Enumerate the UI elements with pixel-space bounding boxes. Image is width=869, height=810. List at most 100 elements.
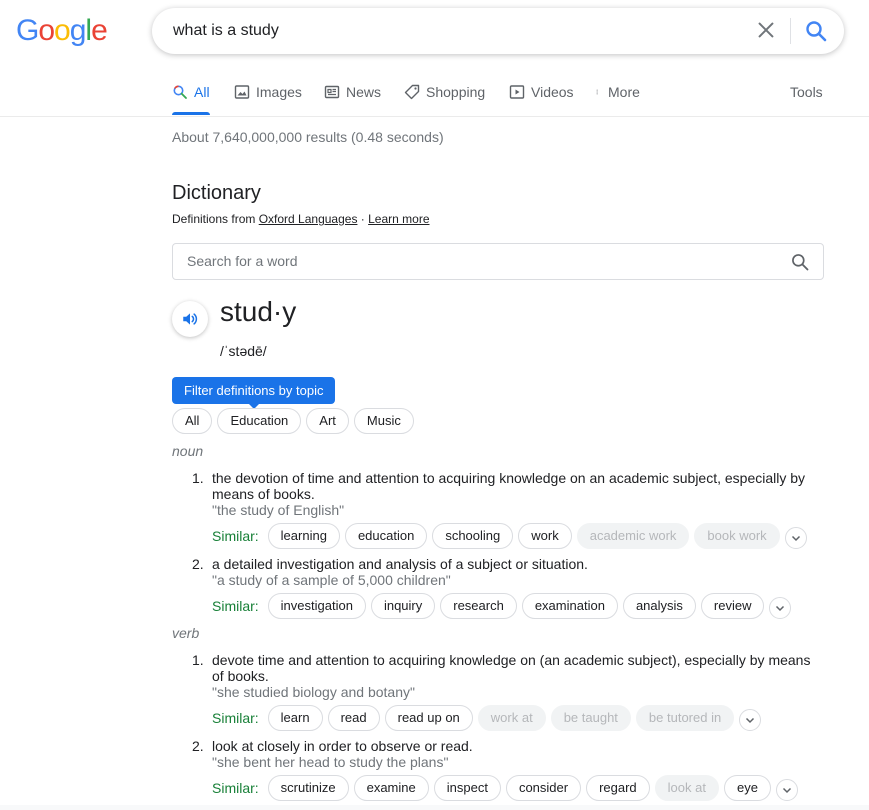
similar-chip[interactable]: inspect — [433, 775, 501, 801]
similar-row: Similar: scrutinize examine inspect cons… — [212, 775, 798, 801]
play-icon — [509, 85, 525, 99]
similar-chip[interactable]: analysis — [622, 593, 696, 619]
tab-all[interactable]: All — [172, 84, 210, 100]
sense-number: 2. — [192, 556, 204, 572]
tab-more[interactable]: More — [596, 84, 640, 100]
bottom-edge — [0, 805, 869, 810]
tools-label: Tools — [790, 84, 823, 100]
tab-images[interactable]: Images — [234, 84, 302, 100]
topic-chip-education[interactable]: Education — [217, 408, 302, 434]
similar-chip[interactable]: read — [327, 705, 380, 731]
sense-definition: the devotion of time and attention to ac… — [212, 470, 806, 502]
sense-number: 2. — [192, 738, 204, 754]
tab-images-label: Images — [256, 84, 302, 100]
similar-chip[interactable]: education — [344, 523, 428, 549]
dictionary-source: Definitions from Oxford Languages · Lear… — [172, 212, 430, 226]
search-tabs: All Images News Shopping Videos More Too… — [0, 76, 869, 117]
noun-sense-2: 2. a detailed investigation and analysis… — [192, 556, 822, 619]
verb-sense-2: 2. look at closely in order to observe o… — [192, 738, 822, 801]
logo-letter: g — [69, 14, 87, 47]
similar-chip[interactable]: examine — [353, 775, 429, 801]
topic-chip-all[interactable]: All — [172, 408, 213, 434]
similar-chip[interactable]: regard — [586, 775, 650, 801]
google-logo[interactable]: Google — [16, 14, 108, 48]
chevron-down-icon — [782, 787, 791, 794]
expand-similar-button[interactable] — [784, 527, 807, 549]
topic-chip-music[interactable]: Music — [353, 408, 414, 434]
sense-definition: devote time and attention to acquiring k… — [212, 652, 811, 684]
sense-example: "she studied biology and botany" — [212, 684, 415, 700]
logo-letter: e — [91, 14, 108, 47]
topic-chips: All Education Art Music — [172, 408, 414, 434]
more-vertical-icon — [596, 89, 598, 95]
logo-letter: o — [54, 14, 71, 47]
tab-more-label: More — [608, 84, 640, 100]
similar-label: Similar: — [212, 528, 259, 544]
search-divider — [790, 18, 791, 44]
dictionary-title: Dictionary — [172, 182, 261, 204]
similar-chip[interactable]: eye — [723, 775, 771, 801]
tag-icon — [404, 84, 420, 100]
sense-number: 1. — [192, 652, 204, 668]
sense-example: "the study of English" — [212, 502, 345, 518]
tab-videos-label: Videos — [531, 84, 574, 100]
similar-chip-disabled: academic work — [576, 523, 690, 549]
similar-chip[interactable]: learning — [267, 523, 340, 549]
similar-chip[interactable]: review — [700, 593, 765, 619]
tab-shopping-label: Shopping — [426, 84, 486, 100]
similar-chip[interactable]: inquiry — [370, 593, 436, 619]
filter-tooltip: Filter definitions by topic — [172, 377, 336, 409]
tab-videos[interactable]: Videos — [509, 84, 574, 100]
similar-chip[interactable]: schooling — [432, 523, 514, 549]
similar-chip[interactable]: learn — [267, 705, 323, 731]
pronunciation: /ˈstədē/ — [220, 343, 267, 359]
result-stats: About 7,640,000,000 results (0.48 second… — [172, 129, 444, 145]
search-icon[interactable] — [804, 19, 828, 43]
similar-chip[interactable]: research — [440, 593, 517, 619]
expand-similar-button[interactable] — [739, 709, 762, 731]
sense-definition: look at closely in order to observe or r… — [212, 738, 473, 754]
similar-chip[interactable]: consider — [505, 775, 582, 801]
sense-number: 1. — [192, 470, 204, 486]
similar-label: Similar: — [212, 598, 259, 614]
sense-definition: a detailed investigation and analysis of… — [212, 556, 588, 572]
oxford-languages-link[interactable]: Oxford Languages — [259, 212, 358, 226]
similar-chip-disabled: be tutored in — [635, 705, 735, 731]
similar-chip[interactable]: examination — [521, 593, 618, 619]
sense-example: "a study of a sample of 5,000 children" — [212, 572, 451, 588]
source-prefix: Definitions from — [172, 212, 259, 226]
similar-chip[interactable]: read up on — [384, 705, 473, 731]
similar-chip[interactable]: investigation — [267, 593, 366, 619]
word-search-input[interactable] — [187, 253, 767, 269]
active-tab-indicator — [172, 112, 210, 115]
similar-chip[interactable]: scrutinize — [267, 775, 349, 801]
expand-similar-button[interactable] — [775, 779, 798, 801]
sense-example: "she bent her head to study the plans" — [212, 754, 449, 770]
tab-shopping[interactable]: Shopping — [404, 84, 485, 100]
tab-news[interactable]: News — [324, 84, 381, 100]
noun-sense-1: 1. the devotion of time and attention to… — [192, 470, 822, 549]
chevron-down-icon — [791, 535, 800, 542]
topic-chip-art[interactable]: Art — [306, 408, 349, 434]
tools-button[interactable]: Tools — [790, 84, 823, 100]
close-icon[interactable] — [755, 19, 777, 41]
speaker-icon — [183, 313, 198, 325]
expand-similar-button[interactable] — [769, 597, 792, 619]
similar-chip-disabled: work at — [477, 705, 546, 731]
logo-letter: o — [38, 14, 55, 47]
source-separator: · — [357, 212, 369, 226]
similar-chip-disabled: book work — [694, 523, 780, 549]
learn-more-link[interactable]: Learn more — [368, 212, 429, 226]
similar-chip-disabled: be taught — [550, 705, 631, 731]
search-icon[interactable] — [790, 252, 810, 272]
logo-letter: G — [16, 14, 39, 47]
part-of-speech-noun: noun — [172, 443, 204, 459]
search-box[interactable]: what is a study — [152, 8, 844, 54]
tab-all-label: All — [194, 84, 210, 100]
search-input[interactable]: what is a study — [173, 22, 279, 40]
similar-row: Similar: learn read read up on work at b… — [212, 705, 762, 731]
pronunciation-audio-button[interactable] — [172, 301, 208, 337]
word-search-box[interactable] — [172, 243, 824, 280]
part-of-speech-verb: verb — [172, 625, 200, 641]
similar-chip[interactable]: work — [518, 523, 572, 549]
